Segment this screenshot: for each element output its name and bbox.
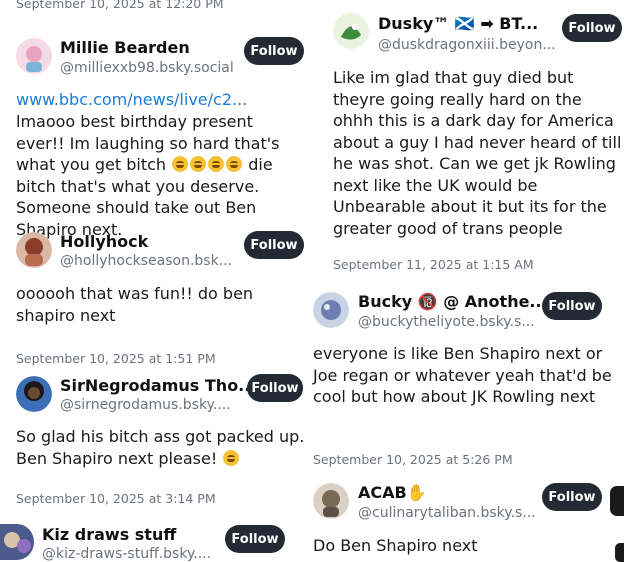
avatar-image <box>313 483 349 519</box>
post-text: everyone is like Ben Shapiro next or Joe… <box>313 344 612 406</box>
author-handle[interactable]: @duskdragonxiii.beyon... <box>378 37 556 53</box>
post-text: oooooh that was fun!! do ben shapiro nex… <box>16 284 254 325</box>
avatar[interactable] <box>16 38 52 74</box>
laughing-emoji <box>172 156 189 172</box>
edge-artifact <box>610 486 624 516</box>
timestamp: September 10, 2025 at 1:51 PM <box>16 351 216 366</box>
avatar-image <box>0 524 34 560</box>
avatar-image <box>16 376 52 412</box>
avatar[interactable] <box>313 483 349 519</box>
author-name[interactable]: Bucky 🔞 @ Anothe... <box>358 292 548 311</box>
avatar-image <box>333 13 369 49</box>
follow-button[interactable]: Follow <box>244 37 304 65</box>
author-name[interactable]: Kiz draws stuff <box>42 525 176 544</box>
laughing-emoji <box>190 156 207 172</box>
avatar-image <box>16 232 52 268</box>
avatar-image <box>16 38 52 74</box>
avatar[interactable] <box>313 292 349 328</box>
avatar[interactable] <box>16 232 52 268</box>
grinning-emoji <box>223 449 240 466</box>
author-name[interactable]: Millie Bearden <box>60 38 190 57</box>
post-text: Do Ben Shapiro next <box>313 536 478 555</box>
author-name[interactable]: ACAB✋ <box>358 483 427 502</box>
avatar[interactable] <box>333 13 369 49</box>
author-handle[interactable]: @culinarytaliban.bsky.s... <box>358 505 536 521</box>
follow-button[interactable]: Follow <box>562 14 622 42</box>
timestamp: September 10, 2025 at 5:26 PM <box>313 452 513 467</box>
follow-button[interactable]: Follow <box>225 525 285 553</box>
author-handle[interactable]: @milliexxb98.bsky.social <box>60 60 234 76</box>
author-name[interactable]: Dusky™ 🏴󠁧󠁢󠁳󠁣󠁴󠁿 ➡ BT... <box>378 14 538 33</box>
author-handle[interactable]: @kiz-draws-stuff.bsky.... <box>42 546 211 562</box>
author-handle[interactable]: @sirnegrodamus.bsky.... <box>60 397 231 413</box>
timestamp: September 11, 2025 at 1:15 AM <box>333 257 534 272</box>
follow-button[interactable]: Follow <box>542 292 602 320</box>
post-text: So glad his bitch ass got packed up. Ben… <box>16 426 316 469</box>
follow-button[interactable]: Follow <box>247 374 303 402</box>
timestamp: September 10, 2025 at 3:14 PM <box>16 491 216 506</box>
author-name[interactable]: SirNegrodamus Tho... <box>60 376 256 395</box>
author-name[interactable]: Hollyhock <box>60 232 148 251</box>
avatar[interactable] <box>0 524 34 560</box>
follow-button[interactable]: Follow <box>542 483 602 511</box>
laughing-emoji <box>226 156 243 172</box>
follow-button[interactable]: Follow <box>244 231 304 259</box>
link-preview[interactable]: www.bbc.com/news/live/c2... <box>16 90 247 109</box>
author-handle[interactable]: @buckytheliyote.bsky.s... <box>358 314 535 330</box>
timestamp: September 10, 2025 at 12:20 PM <box>16 0 224 11</box>
avatar-image <box>313 292 349 328</box>
laughing-emoji <box>208 156 225 172</box>
author-handle[interactable]: @hollyhockseason.bsk... <box>60 253 232 269</box>
post-text: Like im glad that guy died but theyre go… <box>333 68 622 238</box>
post-text: lmaooo best birthday present ever!! Im l… <box>16 111 304 240</box>
avatar[interactable] <box>16 376 52 412</box>
edge-artifact <box>615 543 624 562</box>
post-text-content: So glad his bitch ass got packed up. Ben… <box>16 427 305 468</box>
